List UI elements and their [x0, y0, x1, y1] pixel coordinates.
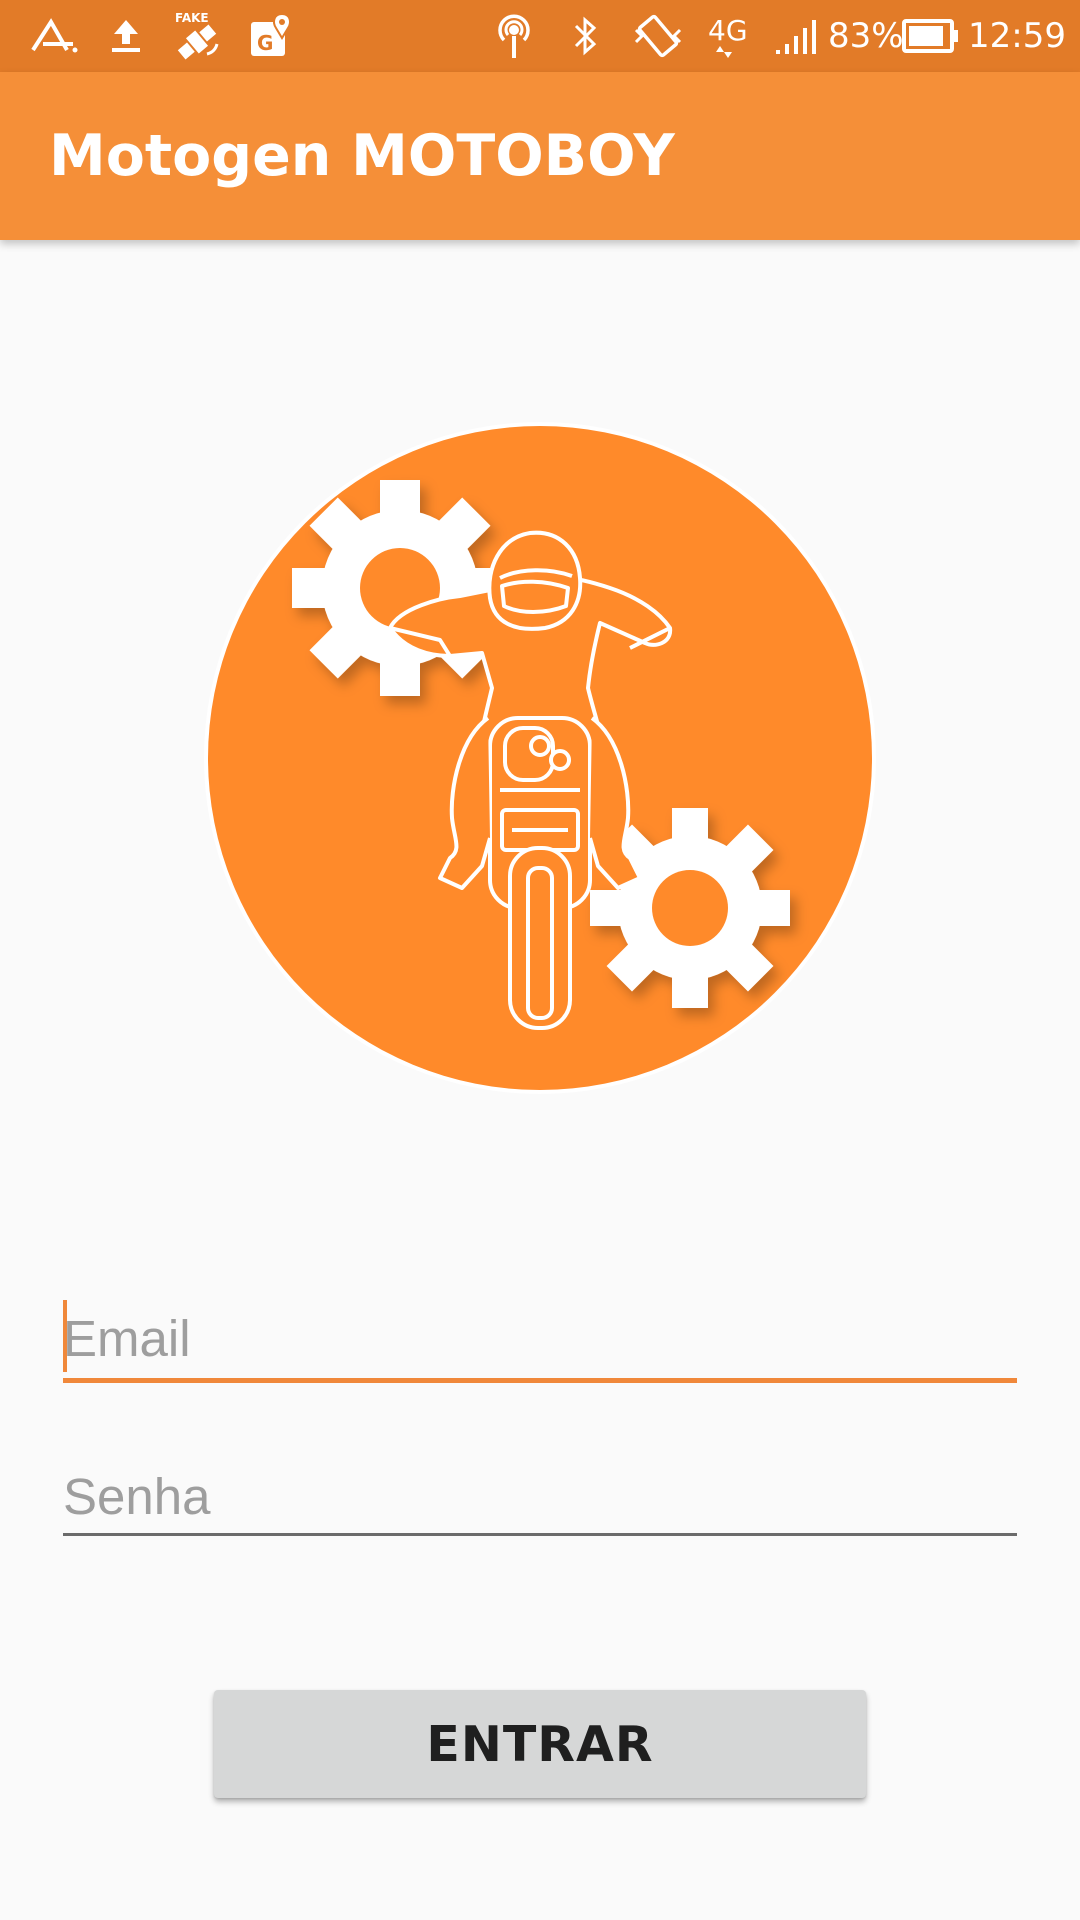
svg-text:G: G [257, 31, 273, 55]
text-cursor [63, 1300, 67, 1372]
vibrate-icon [632, 8, 684, 64]
notification-a-icon [26, 8, 82, 64]
login-button[interactable]: ENTRAR [214, 1690, 866, 1798]
email-field[interactable] [63, 1302, 1017, 1374]
motorcycle-rider-gears-logo [200, 418, 880, 1098]
signal-icon [774, 8, 818, 64]
status-bar: FAKE G 4G 83% 12:59 [0, 0, 1080, 72]
network-4g-icon: 4G [706, 8, 752, 64]
app-bar: Motogen MOTOBOY [0, 72, 1080, 240]
app-title: Motogen MOTOBOY [49, 123, 675, 189]
fake-gps-icon: FAKE [168, 8, 226, 64]
upload-icon [104, 8, 148, 64]
password-field-underline [63, 1533, 1017, 1536]
battery-icon [902, 8, 960, 64]
status-time: 12:59 [968, 16, 1066, 56]
svg-text:4G: 4G [708, 14, 748, 47]
maps-icon: G [248, 8, 294, 64]
bluetooth-icon [568, 8, 604, 64]
svg-text:FAKE: FAKE [175, 11, 209, 25]
password-field[interactable] [63, 1460, 1017, 1532]
battery-percent: 83% [828, 16, 904, 56]
email-field-underline [63, 1378, 1017, 1383]
hotspot-icon [492, 8, 536, 64]
